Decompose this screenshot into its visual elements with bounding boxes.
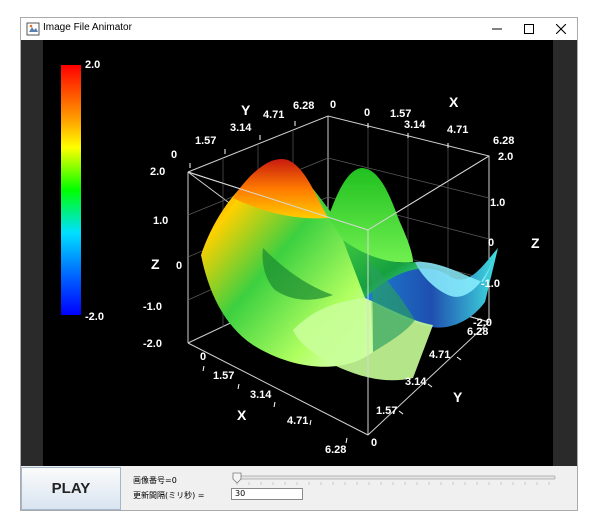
title-bar[interactable]: Image File Animator [21,18,577,40]
bottom-x-tick: 3.14 [250,389,272,401]
java-app-icon [26,22,40,36]
top-y-tick: 4.71 [263,109,284,121]
left-z-tick: -2.0 [143,338,162,350]
canvas-area: 2.0 -2.0 Y X Z Z X Y 1.57 3.14 4.71 6.28… [21,40,577,466]
left-z-tick: -1.0 [143,301,162,313]
close-icon [556,24,566,34]
right-z-tick: 0 [488,237,494,249]
slider-track [232,475,556,480]
y-axis-title-bottom: Y [453,389,463,405]
maximize-icon [524,24,534,34]
app-window: Image File Animator 2.0 -2.0 Y X Z Z X Y… [20,17,578,511]
top-x-tick: 6.28 [493,135,514,147]
top-y-tick: 3.14 [230,122,252,134]
slider-thumb[interactable] [232,472,242,484]
top-x-tick: 3.14 [404,119,426,131]
minimize-button[interactable] [481,18,513,40]
x-axis-title-top: X [449,94,459,110]
interval-input[interactable]: 30 [231,488,303,500]
maximize-button[interactable] [513,18,545,40]
x-axis-title-bottom: X [237,407,247,423]
minimize-icon [492,28,502,30]
color-bar [61,65,81,315]
y-axis-title-top: Y [241,102,251,118]
right-z-tick: -1.0 [481,278,500,290]
play-button[interactable]: PLAY [21,467,121,510]
colorbar-min-label: -2.0 [85,311,104,323]
z-axis-title-right: Z [531,235,540,251]
bottom-y-tick: 1.57 [376,405,397,417]
top-x-zero: 0 [364,107,370,119]
right-z-tick: 1.0 [490,197,505,209]
z-axis-title-left: Z [151,256,160,272]
slider-ticks [236,482,550,485]
interval-label: 更新間隔(ミリ秒) = [133,491,205,500]
top-y-tick: 6.28 [293,100,314,112]
bottom-x-tick: 4.71 [287,415,308,427]
left-z-tick: 2.0 [150,166,165,178]
right-z-tick: 2.0 [498,151,513,163]
bottom-y-tick: 6.28 [467,326,488,338]
top-y-tick: 1.57 [195,135,216,147]
left-z-tick: 0 [176,260,182,272]
window-title: Image File Animator [43,22,132,33]
frame-slider[interactable] [231,471,559,487]
left-top-zero: 0 [171,149,177,161]
bottom-y-tick: 4.71 [429,349,450,361]
bottom-x-end-zero: 0 [371,437,377,449]
left-z-tick: 1.0 [153,215,168,227]
controls-panel: PLAY 画像番号=0 更新間隔(ミリ秒) = 30 [21,466,577,510]
bottom-x-tick: 0 [200,351,206,363]
image-number-label: 画像番号=0 [133,476,177,485]
colorbar-max-label: 2.0 [85,59,100,71]
surface-plot-svg: 2.0 -2.0 Y X Z Z X Y 1.57 3.14 4.71 6.28… [61,59,540,456]
close-button[interactable] [545,18,577,40]
surface-mesh [201,158,498,381]
top-x-tick: 4.71 [447,124,468,136]
bottom-x-tick: 6.28 [325,444,346,456]
bottom-y-tick: 3.14 [405,376,427,388]
bottom-x-tick: 1.57 [213,370,234,382]
surface-plot[interactable]: 2.0 -2.0 Y X Z Z X Y 1.57 3.14 4.71 6.28… [43,40,553,466]
top-y-zero: 0 [330,99,336,111]
